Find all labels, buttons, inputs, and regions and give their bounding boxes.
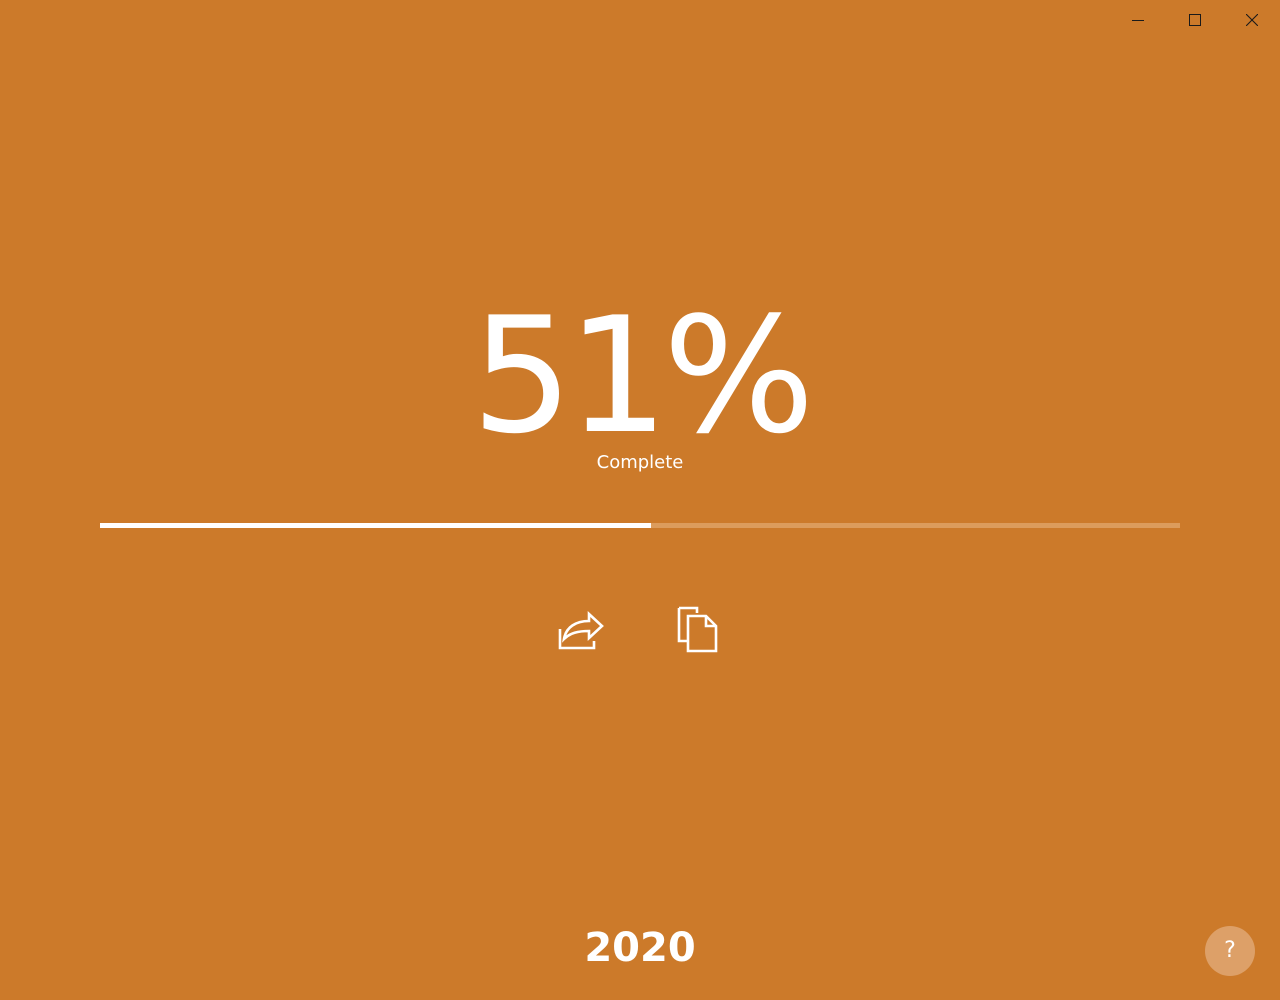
share-button[interactable] [553,601,609,657]
title-bar-controls [1109,0,1280,40]
close-icon [1245,14,1258,26]
minimize-button[interactable] [1109,0,1166,40]
help-button-label: ? [1224,938,1236,963]
maximize-icon [1188,14,1201,26]
minimize-icon [1131,20,1144,21]
close-button[interactable] [1223,0,1280,40]
app-window: 51% Complete 2020 ? [0,0,1280,1000]
progress-label: Complete [596,452,684,473]
year-label: 2020 [584,925,696,971]
progress-percent: 51% [471,282,815,469]
progress-bar-fill [100,523,651,528]
copy-button[interactable] [670,601,726,657]
progress-bar [100,523,1180,528]
help-button[interactable]: ? [1205,926,1255,976]
copy-icon [677,606,718,653]
share-icon [558,611,604,650]
maximize-button[interactable] [1166,0,1223,40]
